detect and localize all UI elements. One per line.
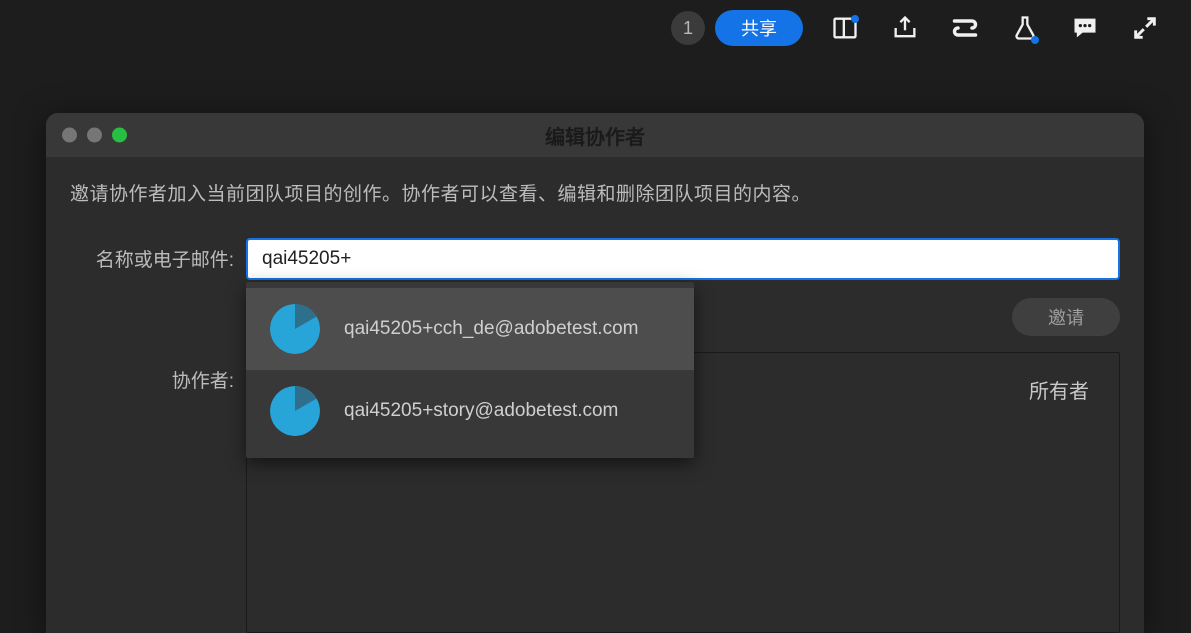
suggestion-item[interactable]: qai45205+story@adobetest.com (246, 370, 694, 452)
avatar (270, 304, 320, 354)
dialog-titlebar: 编辑协作者 (46, 113, 1144, 157)
email-suggestions: qai45205+cch_de@adobetest.com qai45205+s… (246, 282, 694, 458)
fullscreen-icon[interactable] (1117, 6, 1173, 50)
email-row: 名称或电子邮件: qai45205+cch_de@adobetest.com (70, 238, 1120, 280)
dialog-title: 编辑协作者 (545, 121, 645, 150)
window-minimize-button[interactable] (87, 128, 102, 143)
owner-role-text: 所有者 (1029, 375, 1089, 404)
panel-icon[interactable] (817, 6, 873, 50)
share-button[interactable]: 共享 (715, 10, 803, 46)
window-controls (62, 128, 127, 143)
invite-button[interactable]: 邀请 (1012, 298, 1120, 336)
window-zoom-button[interactable] (112, 128, 127, 143)
lab-icon[interactable] (997, 6, 1053, 50)
dialog-description: 邀请协作者加入当前团队项目的创作。协作者可以查看、编辑和删除团队项目的内容。 (70, 181, 1120, 210)
chat-icon[interactable] (1057, 6, 1113, 50)
suggestion-item[interactable]: qai45205+cch_de@adobetest.com (246, 288, 694, 370)
email-field[interactable] (246, 238, 1120, 280)
notification-count-badge[interactable]: 1 (671, 11, 705, 45)
suggestion-email: qai45205+cch_de@adobetest.com (344, 318, 638, 340)
suggestion-email: qai45205+story@adobetest.com (344, 400, 618, 422)
dialog-body: 邀请协作者加入当前团队项目的创作。协作者可以查看、编辑和删除团队项目的内容。 名… (46, 157, 1144, 633)
window-close-button[interactable] (62, 128, 77, 143)
avatar (270, 386, 320, 436)
app-top-toolbar: 1 共享 (0, 0, 1191, 56)
edit-collaborators-dialog: 编辑协作者 邀请协作者加入当前团队项目的创作。协作者可以查看、编辑和删除团队项目… (46, 113, 1144, 633)
email-label: 名称或电子邮件: (70, 245, 234, 272)
export-icon[interactable] (877, 6, 933, 50)
collaborators-label: 协作者: (70, 352, 234, 393)
queue-icon[interactable] (937, 6, 993, 50)
